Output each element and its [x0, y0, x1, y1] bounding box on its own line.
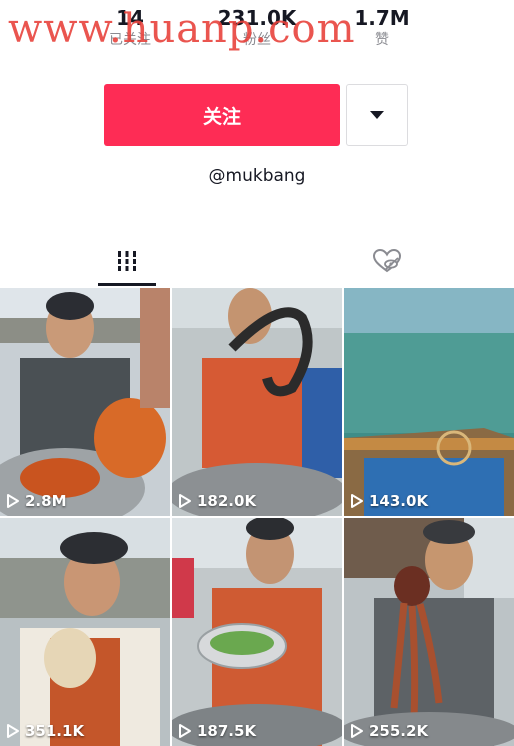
follow-button[interactable]: 关注 [104, 84, 340, 146]
play-count-value: 351.1K [25, 722, 85, 740]
grid-bars-icon [115, 251, 139, 271]
play-count: 255.2K [350, 722, 428, 740]
play-count: 351.1K [6, 722, 84, 740]
play-count-value: 2.8M [25, 492, 67, 510]
play-count-value: 187.5K [197, 722, 257, 740]
video-cover-image [0, 518, 170, 746]
play-count-value: 255.2K [369, 722, 429, 740]
play-outline-icon [351, 724, 363, 738]
active-tab-indicator [98, 283, 156, 286]
play-outline-icon [179, 494, 191, 508]
video-cover-image [0, 288, 170, 516]
video-cover-image [172, 288, 342, 516]
likes-label: 赞 [375, 32, 389, 48]
play-outline-icon [179, 724, 191, 738]
play-outline-icon [7, 724, 19, 738]
video-thumbnail[interactable]: 2.8M [0, 288, 170, 516]
profile-tabs [0, 236, 514, 288]
video-thumbnail[interactable]: 351.1K [0, 518, 170, 746]
username: @mukbang [208, 166, 306, 186]
play-outline-icon [7, 494, 19, 508]
video-cover-image [344, 518, 514, 746]
likes-stat[interactable]: 1.7M 赞 [350, 6, 414, 50]
more-options-button[interactable] [346, 84, 408, 146]
video-thumbnail[interactable]: 255.2K [344, 518, 514, 746]
video-thumbnail[interactable]: 182.0K [172, 288, 342, 516]
play-count: 187.5K [178, 722, 256, 740]
play-count: 2.8M [6, 492, 67, 510]
tab-liked[interactable] [358, 236, 416, 286]
video-cover-image [344, 288, 514, 516]
likes-count: 1.7M [354, 6, 410, 30]
tab-works[interactable] [98, 236, 156, 286]
watermark: www.huanp.com [8, 6, 356, 52]
play-count: 182.0K [178, 492, 256, 510]
video-thumbnail[interactable]: 143.0K [344, 288, 514, 516]
hidden-heart-icon [372, 248, 402, 273]
video-grid: 2.8M 182.0K 143.0K 351.1K 187.5K 255.2K [0, 288, 514, 746]
play-outline-icon [351, 494, 363, 508]
play-count: 143.0K [350, 492, 428, 510]
play-count-value: 143.0K [369, 492, 429, 510]
play-count-value: 182.0K [197, 492, 257, 510]
caret-down-icon [370, 111, 384, 119]
video-thumbnail[interactable]: 187.5K [172, 518, 342, 746]
video-cover-image [172, 518, 342, 746]
